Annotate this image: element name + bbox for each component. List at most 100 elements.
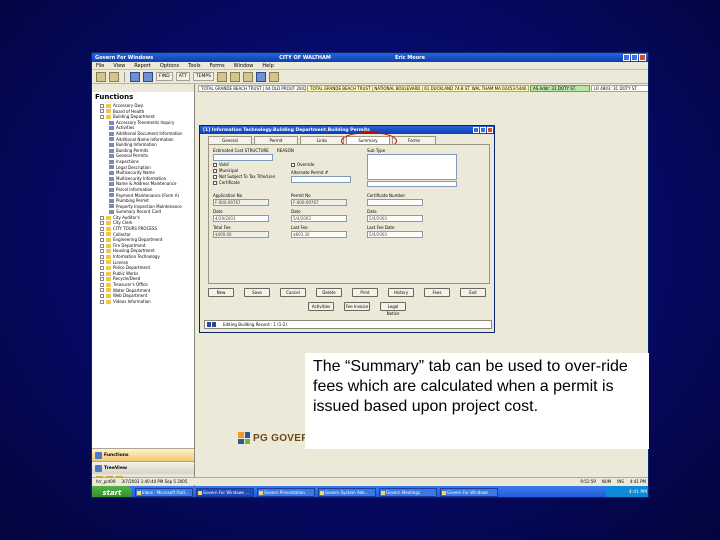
dialog-close-button[interactable]	[487, 127, 493, 133]
start-button[interactable]: start	[92, 486, 132, 497]
task-system-admin[interactable]: Govern System Ade...	[318, 488, 376, 497]
save-button[interactable]: Save	[244, 288, 270, 297]
task-govern-2[interactable]: Govern For Windows	[440, 488, 498, 497]
municipal-checkbox[interactable]	[213, 169, 217, 173]
tab-links[interactable]: Links	[300, 136, 344, 144]
report-icon[interactable]	[242, 71, 253, 82]
maximize-button[interactable]	[631, 54, 638, 61]
gis-icon[interactable]	[255, 71, 266, 82]
minimize-button[interactable]	[623, 54, 630, 61]
application-no-field[interactable]: F-000-09767	[213, 199, 269, 206]
certificate-checkbox[interactable]	[213, 181, 217, 185]
task-meetings[interactable]: Govern Meetings	[379, 488, 437, 497]
total-fee-field[interactable]: $400.00	[213, 231, 269, 238]
expand-icon[interactable]	[100, 288, 104, 293]
dialog-minimize-button[interactable]	[473, 127, 479, 133]
fees-icon[interactable]	[268, 71, 279, 82]
expand-icon[interactable]	[100, 114, 104, 119]
tab-general[interactable]: General	[208, 136, 252, 144]
prev-record-icon[interactable]	[207, 322, 211, 327]
status-user: hrr_prd09	[96, 479, 116, 484]
expand-icon[interactable]	[100, 249, 104, 254]
tax-title-checkbox[interactable]	[213, 175, 217, 179]
nav-forward-icon[interactable]	[143, 71, 153, 82]
lr-address-segment[interactable]: LR 4803: 31 DOTY ST.	[591, 84, 648, 92]
activities-button[interactable]: Activities	[308, 302, 334, 311]
camera-icon[interactable]	[216, 71, 227, 82]
folder-icon	[106, 243, 111, 248]
expand-icon[interactable]	[100, 271, 104, 276]
menu-help[interactable]: Help	[262, 63, 273, 69]
legal-notice-button[interactable]: Legal Notice	[380, 302, 406, 316]
expand-icon[interactable]	[100, 254, 104, 259]
menu-forms[interactable]: Forms	[209, 63, 224, 69]
menu-window[interactable]: Window	[234, 63, 254, 69]
expand-icon[interactable]	[100, 243, 104, 248]
task-govern[interactable]: Govern For Windows ...	[196, 488, 254, 497]
expand-icon[interactable]	[100, 215, 104, 220]
date-2-field[interactable]: 5/4/2003	[291, 215, 347, 222]
certificate-no-field[interactable]	[367, 199, 423, 206]
temps-button[interactable]: TEMPS	[192, 72, 214, 81]
estimated-cost-input[interactable]	[213, 154, 273, 161]
alternate-permit-input[interactable]	[291, 176, 351, 183]
functions-nav-button[interactable]: Functions	[92, 448, 194, 461]
address-segment[interactable]: TOTAL GRANDE BEACH TRUST | NATIONAL BOUL…	[307, 84, 529, 92]
expand-icon[interactable]	[100, 293, 104, 298]
fee-invoice-button[interactable]: Fee Invoice	[344, 302, 370, 311]
menu-options[interactable]: Options	[160, 63, 179, 69]
dialog-button-row-1: New Save Cancel Delete Print History Fee…	[208, 288, 486, 297]
sub-type-box[interactable]	[367, 154, 457, 180]
exit-button[interactable]: Exit	[460, 288, 486, 297]
valid-checkbox[interactable]	[213, 163, 217, 167]
sub-type-dropdown[interactable]	[367, 181, 457, 187]
att-button[interactable]: ATT	[175, 72, 190, 81]
last-fee-date-field[interactable]: 5/4/2003	[367, 231, 423, 238]
expand-icon[interactable]	[100, 238, 104, 243]
print-icon[interactable]	[229, 71, 240, 82]
expand-icon[interactable]	[100, 226, 104, 231]
expand-icon[interactable]	[100, 299, 104, 304]
history-button[interactable]: History	[388, 288, 414, 297]
task-outlook[interactable]: Inbox - Microsoft Outl...	[135, 488, 193, 497]
treeview-nav-button[interactable]: TreeView	[92, 461, 194, 474]
menu-report[interactable]: Report	[134, 63, 151, 69]
menu-view[interactable]: View	[113, 63, 125, 69]
as-address-segment[interactable]: AS Addr: 31 DOTY ST.	[530, 84, 590, 92]
menu-tools[interactable]: Tools	[188, 63, 200, 69]
tab-permit[interactable]: Permit	[254, 136, 298, 144]
folder-icon	[106, 114, 111, 119]
permit-no-field[interactable]: F-000-09767	[291, 199, 347, 206]
nav-back-icon[interactable]	[130, 71, 140, 82]
date-3-field[interactable]: 5/4/2003	[367, 215, 423, 222]
cancel-button[interactable]: Cancel	[280, 288, 306, 297]
menu-file[interactable]: File	[96, 63, 104, 69]
last-fee-field[interactable]: $803.30	[291, 231, 347, 238]
expand-icon[interactable]	[100, 109, 104, 114]
owner-segment[interactable]: TOTAL GRANDE BEACH TRUST | 64 OLD PROUT …	[198, 84, 306, 92]
folder-icon	[106, 221, 111, 226]
expand-icon[interactable]	[100, 260, 104, 265]
next-record-icon[interactable]	[212, 322, 216, 327]
expand-icon[interactable]	[100, 282, 104, 287]
fees-button[interactable]: Fees	[424, 288, 450, 297]
tab-forms[interactable]: Forms	[392, 136, 436, 144]
expand-icon[interactable]	[100, 277, 104, 282]
print-button[interactable]: Print	[352, 288, 378, 297]
task-presentation[interactable]: Govern Presentation	[257, 488, 315, 497]
date-1-field[interactable]: 4/29/2003	[213, 215, 269, 222]
expand-icon[interactable]	[100, 221, 104, 226]
dialog-maximize-button[interactable]	[480, 127, 486, 133]
form-icon	[109, 187, 114, 192]
expand-icon[interactable]	[100, 232, 104, 237]
new-icon[interactable]	[96, 71, 106, 82]
override-checkbox[interactable]	[291, 163, 295, 167]
close-button[interactable]	[639, 54, 646, 61]
expand-icon[interactable]	[100, 266, 104, 271]
find-button[interactable]: FIND	[156, 72, 173, 81]
new-button[interactable]: New	[208, 288, 234, 297]
delete-button[interactable]: Delete	[316, 288, 342, 297]
open-icon[interactable]	[109, 71, 119, 82]
expand-icon[interactable]	[100, 103, 104, 108]
tree-item[interactable]: Videos Information	[94, 299, 193, 305]
